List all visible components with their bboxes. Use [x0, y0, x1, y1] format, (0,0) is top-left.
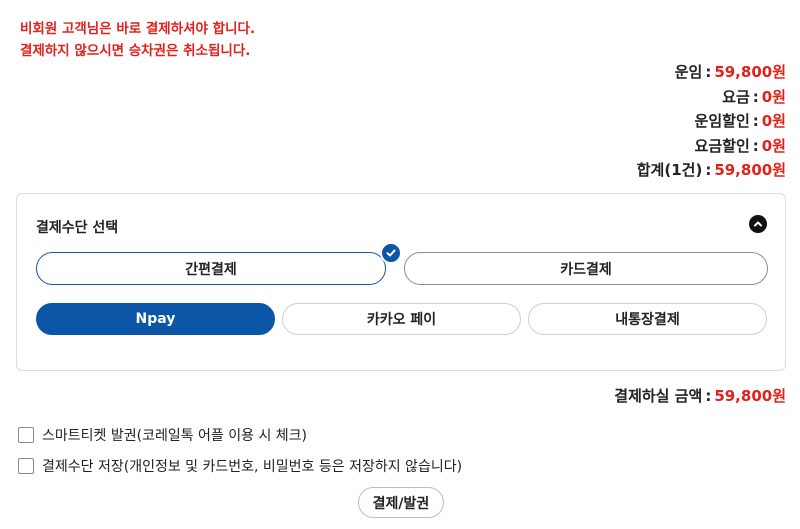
separator: : [705, 387, 712, 405]
smart-ticket-label: 스마트티켓 발권(코레일톡 어플 이용 시 체크) [42, 428, 308, 444]
charge-discount-label: 요금할인 [694, 136, 750, 155]
chevron-up-icon [754, 221, 762, 227]
smart-ticket-checkbox[interactable] [18, 427, 34, 443]
separator: : [752, 87, 759, 106]
save-payment-label: 결제수단 저장(개인정보 및 카드번호, 비밀번호 등은 저장하지 않습니다) [42, 459, 463, 475]
fare-label: 운임 [674, 63, 703, 81]
fare-row: 운임:59,800원 [637, 60, 786, 85]
collapse-button[interactable] [749, 215, 767, 233]
npay-button[interactable]: Npay [36, 303, 275, 335]
total-label: 결제하실 금액 [614, 387, 703, 405]
payment-method-title: 결제수단 선택 [36, 220, 119, 236]
notice-line-1: 비회원 고객님은 바로 결제하셔야 합니다. [20, 21, 256, 37]
charge-discount-row: 요금할인:0원 [637, 134, 786, 159]
kakao-pay-button[interactable]: 카카오 페이 [282, 303, 521, 335]
notice-line-2: 결제하지 않으시면 승차권은 취소됩니다. [20, 43, 251, 59]
simple-pay-button[interactable]: 간편결제 [36, 252, 386, 285]
subtotal-row: 합계(1건):59,800원 [637, 158, 786, 183]
smart-ticket-option[interactable]: 스마트티켓 발권(코레일톡 어플 이용 시 체크) [18, 425, 307, 445]
subtotal-label: 합계(1건) [636, 161, 703, 179]
subtotal-value: 59,800원 [714, 161, 786, 179]
fare-discount-value: 0원 [761, 112, 786, 130]
fare-value: 59,800원 [714, 63, 786, 81]
fare-discount-row: 운임할인:0원 [637, 109, 786, 134]
separator: : [752, 112, 759, 130]
charge-label: 요금 [722, 87, 750, 106]
charge-value: 0원 [761, 87, 786, 106]
card-pay-button[interactable]: 카드결제 [404, 252, 768, 285]
payment-method-panel: 결제수단 선택 간편결제 카드결제 Npay 카카오 페이 내통장결제 [16, 193, 786, 371]
fare-discount-label: 운임할인 [694, 112, 750, 130]
pay-issue-button[interactable]: 결제/발권 [358, 487, 444, 518]
save-payment-checkbox[interactable] [18, 458, 34, 474]
notice: 비회원 고객님은 바로 결제하셔야 합니다. 결제하지 않으시면 승차권은 취소… [20, 18, 255, 62]
fare-summary: 운임:59,800원 요금:0원 운임할인:0원 요금할인:0원 합계(1건):… [637, 60, 786, 183]
charge-row: 요금:0원 [637, 85, 786, 110]
charge-discount-value: 0원 [761, 136, 786, 155]
separator: : [705, 63, 712, 81]
save-payment-option[interactable]: 결제수단 저장(개인정보 및 카드번호, 비밀번호 등은 저장하지 않습니다) [18, 456, 462, 476]
separator: : [752, 136, 759, 155]
bank-account-pay-button[interactable]: 내통장결제 [528, 303, 767, 335]
separator: : [705, 161, 712, 179]
total-value: 59,800원 [714, 387, 786, 405]
selected-check-icon [380, 242, 402, 264]
total-amount: 결제하실 금액:59,800원 [614, 385, 786, 406]
